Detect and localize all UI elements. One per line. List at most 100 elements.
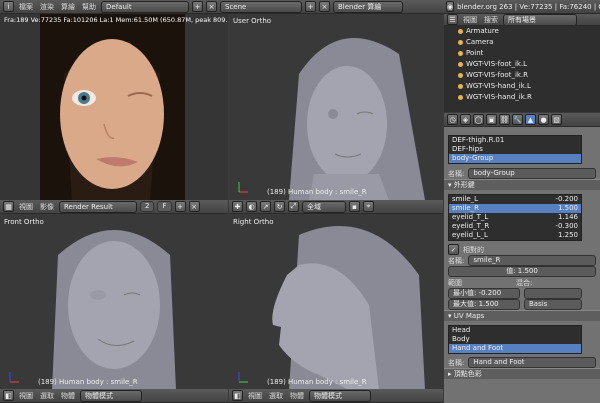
vertex-color-section-header[interactable]: ▸ 頂點色彩 — [444, 368, 600, 379]
shading-button[interactable]: ◐ — [246, 201, 257, 212]
viewport-right-ortho[interactable]: Right Ortho (189) Human body : smile_R — [229, 215, 443, 390]
menu-object[interactable]: 物體 — [288, 391, 306, 401]
constraint-tab-icon[interactable]: ⛓ — [499, 114, 510, 125]
orientation-label: 全域 — [307, 202, 321, 211]
axis-gizmo-icon — [238, 372, 248, 383]
render-tab-icon[interactable]: ◷ — [447, 114, 458, 125]
max-field[interactable]: 最大值: 1.500 — [448, 299, 520, 310]
list-item[interactable]: body-Group — [449, 154, 581, 163]
close-image-button[interactable]: × — [188, 201, 200, 212]
close-scene-button[interactable]: × — [319, 1, 330, 12]
shapekey-list: smile_L -0.200 smile_R 1.500 eyelid_T_L 1.1… — [448, 194, 582, 241]
outliner-item[interactable]: WGT-VIS-hand_ik.L — [444, 81, 600, 92]
texture-tab-icon[interactable]: ▧ — [551, 114, 562, 125]
list-item[interactable]: eyelid_T_L 1.146 — [449, 213, 581, 222]
menu-select[interactable]: 選取 — [38, 391, 56, 401]
list-item[interactable]: smile_R 1.500 — [449, 204, 581, 213]
vgroup-name-field[interactable]: body-Group — [468, 168, 596, 179]
uvmap-list: Head Body Hand and Foot — [448, 325, 582, 354]
outliner-header: ☰ 視圖 搜索 所有場景 — [444, 14, 600, 26]
uvmap-label: Head — [452, 326, 471, 334]
range-blend-row: 範圍 混合: — [444, 277, 600, 288]
material-tab-icon[interactable]: ● — [538, 114, 549, 125]
outliner-item[interactable]: Armature — [444, 26, 600, 37]
outliner-item[interactable]: Point — [444, 48, 600, 59]
menu-image[interactable]: 影像 — [38, 202, 56, 212]
editor-type-button[interactable]: ◧ — [3, 390, 14, 401]
viewport-user-ortho[interactable]: User Ortho (189) Human body : smile_R — [229, 14, 443, 200]
list-item[interactable]: eyelid_L_L 1.250 — [449, 231, 581, 240]
outliner-item[interactable]: WGT-VIS-hand_ik.R — [444, 92, 600, 103]
menu-select[interactable]: 選取 — [267, 391, 285, 401]
shapekeys-section-header[interactable]: ▾ 外形鍵 — [444, 179, 600, 190]
scene-tab-icon[interactable]: ◈ — [460, 114, 471, 125]
close-layout-button[interactable]: × — [206, 1, 217, 12]
menu-calc[interactable]: 算繪 — [59, 2, 77, 12]
editor-type-button[interactable]: ◧ — [232, 390, 243, 401]
menu-help[interactable]: 幫助 — [80, 2, 98, 12]
manipulator-button[interactable]: ↗ — [260, 201, 271, 212]
object-icon — [458, 95, 463, 100]
add-layout-button[interactable]: + — [192, 1, 203, 12]
outliner-item-label: Camera — [466, 38, 494, 46]
filter-dropdown[interactable]: 所有場景 — [503, 14, 577, 25]
editor-type-button[interactable]: ▦ — [3, 201, 14, 212]
modifier-tab-icon[interactable]: 🔧 — [512, 114, 523, 125]
min-field[interactable]: 最小值: -0.200 — [448, 288, 520, 299]
relative-checkbox[interactable]: ✓ — [448, 244, 459, 255]
list-item[interactable]: DEF-hips — [449, 145, 581, 154]
max-row: 最大值: 1.500 Basis — [444, 299, 600, 310]
add-scene-button[interactable]: + — [305, 1, 316, 12]
list-item[interactable]: eyelid_T_R -0.300 — [449, 222, 581, 231]
list-item[interactable]: smile_L -0.200 — [449, 195, 581, 204]
editor-type-button[interactable]: i — [3, 1, 14, 12]
outliner-item[interactable]: Camera — [444, 37, 600, 48]
value-slider[interactable]: 值: 1.500 — [448, 266, 596, 277]
scene-dropdown[interactable]: Scene — [220, 0, 302, 13]
vgroup-name-row: 名稱: body-Group — [444, 168, 600, 179]
orientation-dropdown[interactable]: 全域 — [302, 200, 346, 213]
data-tab-icon[interactable]: ▲ — [525, 114, 536, 125]
mode-dropdown[interactable]: 物體模式 — [309, 389, 371, 402]
basis-field[interactable]: Basis — [524, 299, 582, 310]
menu-search[interactable]: 搜索 — [482, 15, 500, 25]
list-item[interactable]: DEF-thigh.R.01 — [449, 136, 581, 145]
relative-row: ✓ 相對的 — [444, 244, 600, 255]
rotate-button[interactable]: ↻ — [274, 201, 285, 212]
menu-object[interactable]: 物體 — [59, 391, 77, 401]
snap-button[interactable]: ⌖ — [363, 201, 374, 212]
blend-field[interactable] — [524, 288, 582, 299]
menu-render[interactable]: 渲染 — [38, 2, 56, 12]
shapekey-value: 1.500 — [557, 204, 578, 212]
list-item[interactable]: Body — [449, 335, 581, 344]
uv-section-header[interactable]: ▾ UV Maps — [444, 310, 600, 321]
image-editor[interactable]: Fra:189 Ve:77235 Fa:101206 La:1 Mem:61.5… — [0, 14, 228, 200]
menu-view[interactable]: 視圖 — [17, 202, 35, 212]
viewport-user-header: ✚ ◐ ↗ ↻ ⤢ 全域 ▪ ⌖ — [229, 200, 443, 214]
outliner-item[interactable]: WGT-VIS-foot_ik.R — [444, 70, 600, 81]
slot-suffix[interactable]: F — [157, 201, 172, 212]
scale-button[interactable]: ⤢ — [288, 201, 299, 212]
editor-type-button[interactable]: ☰ — [447, 14, 458, 25]
menu-view[interactable]: 視圖 — [17, 391, 35, 401]
mode-dropdown[interactable]: 物體模式 — [80, 389, 142, 402]
shapekey-name-field[interactable]: smile_R — [468, 255, 596, 266]
menu-view[interactable]: 視圖 — [461, 15, 479, 25]
world-tab-icon[interactable]: ◯ — [473, 114, 484, 125]
object-tab-icon[interactable]: ▣ — [486, 114, 497, 125]
layout-label: Default — [106, 2, 132, 11]
list-item[interactable]: Head — [449, 326, 581, 335]
viewport-front-ortho[interactable]: Front Ortho (189) Human body : smile_R — [0, 215, 228, 390]
add-image-button[interactable]: + — [174, 201, 186, 212]
list-item[interactable]: Hand and Foot — [449, 344, 581, 353]
layer-button[interactable]: ▪ — [349, 201, 360, 212]
menu-view[interactable]: 視圖 — [246, 391, 264, 401]
image-dropdown[interactable]: Render Result — [59, 200, 137, 213]
uv-name-field[interactable]: Hand and Foot — [468, 357, 596, 368]
layout-dropdown[interactable]: Default — [101, 0, 189, 13]
slot-field[interactable]: 2 — [140, 201, 155, 212]
outliner-item[interactable]: WGT-VIS-foot_ik.L — [444, 59, 600, 70]
menu-file[interactable]: 檔案 — [17, 2, 35, 12]
render-engine-dropdown[interactable]: Blender 算繪 — [333, 0, 403, 13]
pivot-button[interactable]: ✚ — [232, 201, 243, 212]
